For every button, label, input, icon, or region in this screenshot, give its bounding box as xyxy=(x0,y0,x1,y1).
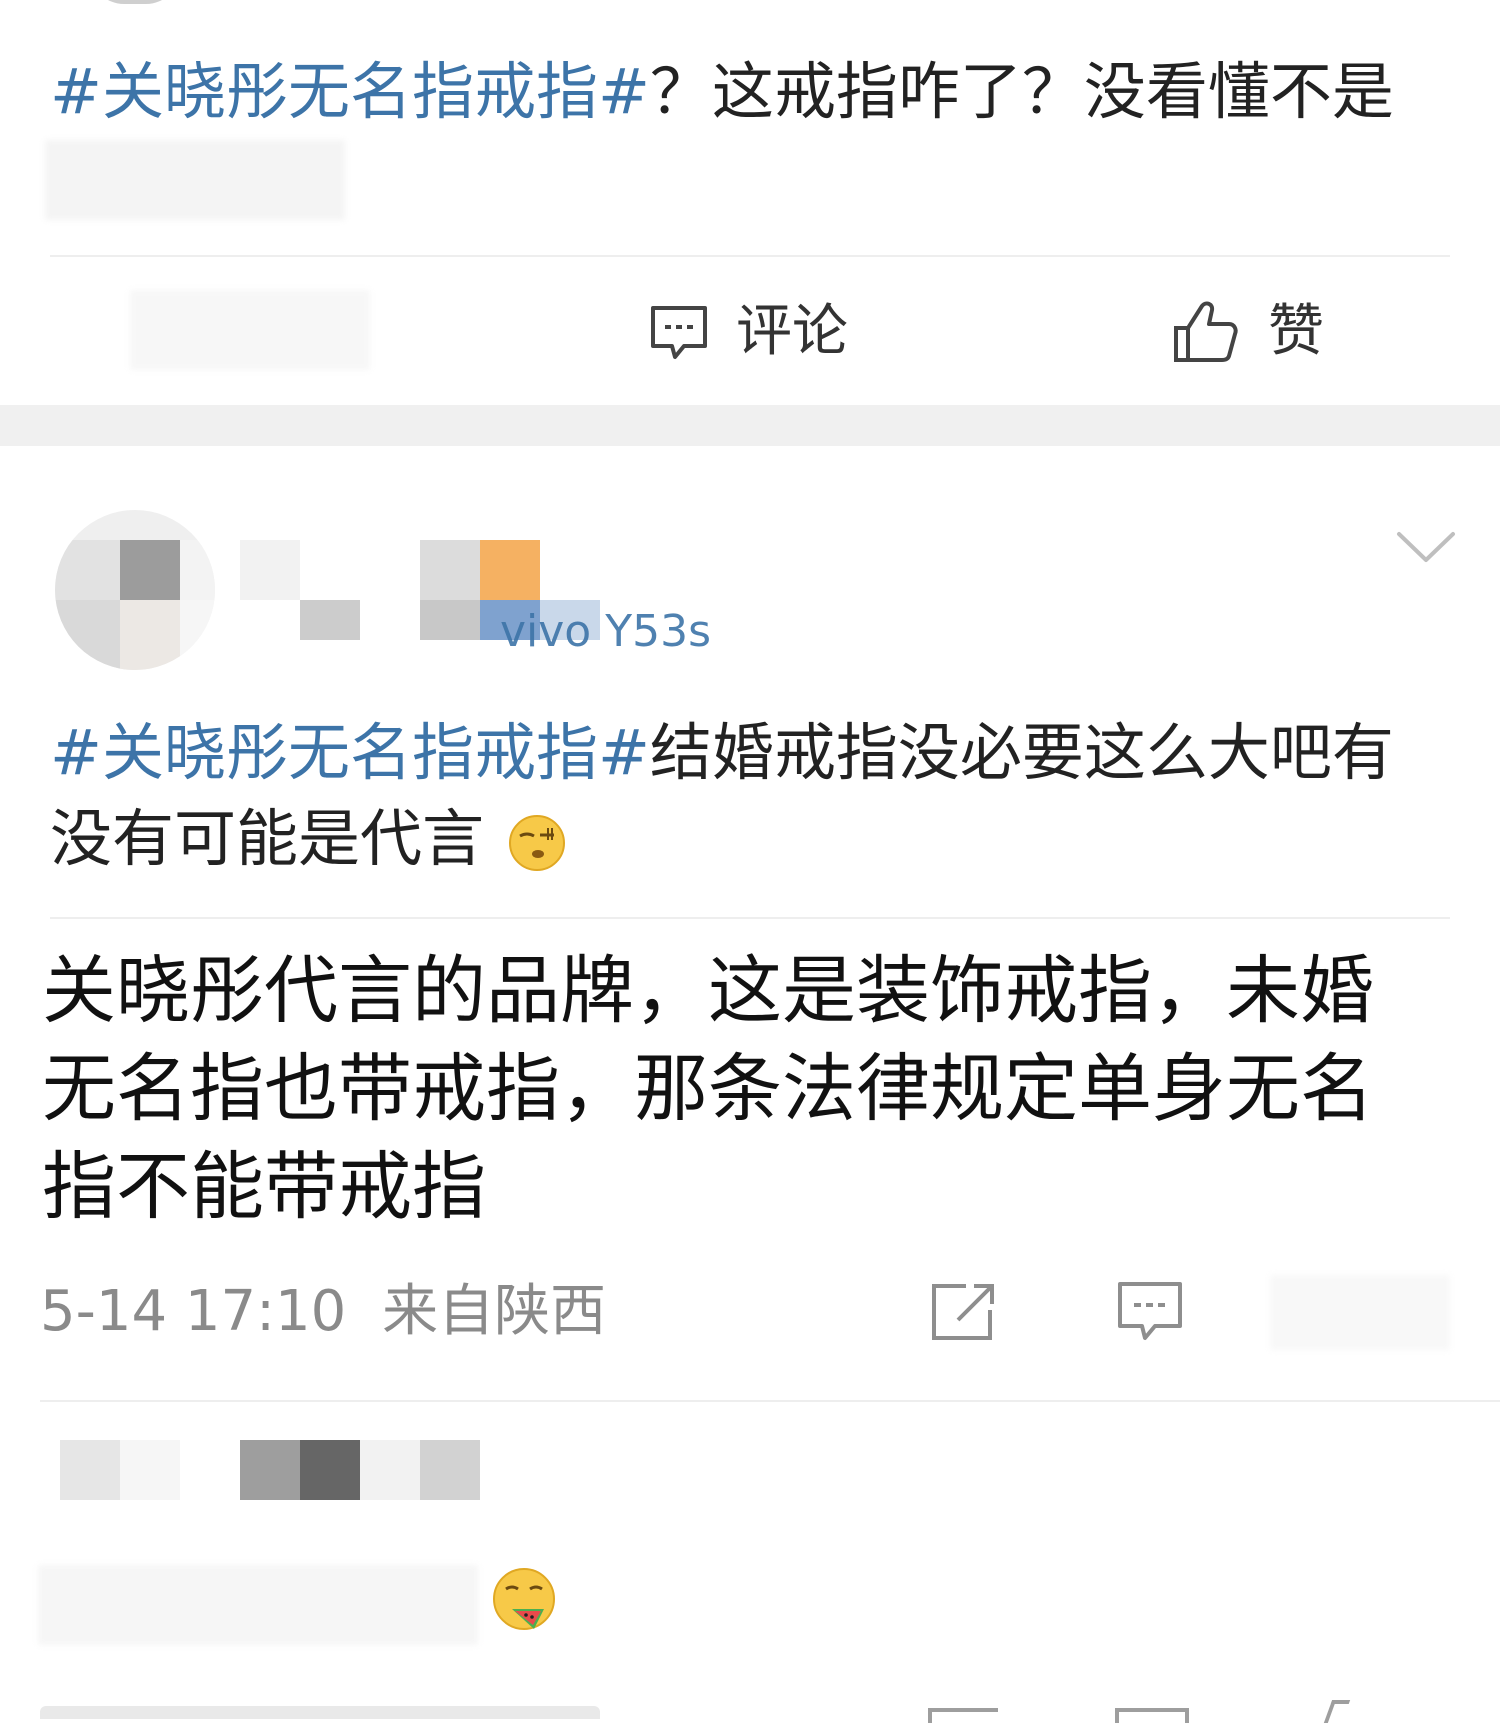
post-1-text: #关晓彤无名指戒指#？这戒指咋了？没看懂不是 xyxy=(50,50,1470,134)
post-text-line-2: 没有可能是代言 xyxy=(50,802,485,875)
thumb-up-icon xyxy=(1172,298,1240,366)
redacted-text xyxy=(45,140,345,220)
share-icon[interactable] xyxy=(928,1280,998,1344)
reply-text: 关晓彤代言的品牌，这是装饰戒指，未婚 无名指也带戒指，那条法律规定单身无名 指不… xyxy=(42,942,1482,1236)
comment-label: 评论 xyxy=(736,299,848,364)
next-comment-username-redacted[interactable] xyxy=(60,1440,490,1500)
divider xyxy=(50,255,1450,257)
avatar-partial xyxy=(90,0,180,4)
avatar[interactable] xyxy=(55,510,215,670)
comment-icon[interactable] xyxy=(1115,1278,1185,1346)
topic-link[interactable]: #关晓彤无名指戒指# xyxy=(50,716,650,789)
reply-line-1: 关晓彤代言的品牌，这是装饰戒指，未婚 xyxy=(42,948,1374,1034)
reply-meta: 5-14 17:10 来自陕西 xyxy=(40,1280,606,1344)
comment-icon-partial xyxy=(1115,1708,1189,1723)
post-text: ？这戒指咋了？没看懂不是 xyxy=(649,55,1394,128)
redacted-action xyxy=(130,290,370,370)
redacted-action xyxy=(1270,1275,1450,1350)
reply-line-3: 指不能带戒指 xyxy=(42,1144,486,1230)
location: 来自陕西 xyxy=(382,1279,607,1344)
share-icon-partial xyxy=(928,1708,998,1723)
like-label: 赞 xyxy=(1268,299,1324,364)
post-2-text: #关晓彤无名指戒指#结婚戒指没必要这么大吧有 没有可能是代言 xyxy=(50,710,1470,882)
thumb-up-icon-partial xyxy=(1323,1700,1351,1723)
smirk-emoji-icon xyxy=(508,814,566,872)
post-text-line-1: 结婚戒指没必要这么大吧有 xyxy=(649,716,1394,789)
post-source: vivo Y53s xyxy=(500,606,711,657)
like-button[interactable]: 赞 xyxy=(1172,294,1332,374)
topic-link[interactable]: #关晓彤无名指戒指# xyxy=(50,55,650,128)
section-separator xyxy=(0,405,1500,446)
next-comment-meta-partial xyxy=(40,1706,600,1719)
chevron-down-icon[interactable] xyxy=(1395,528,1457,568)
watermelon-emoji-icon xyxy=(488,1565,562,1639)
comment-button[interactable]: 评论 xyxy=(648,296,868,372)
divider xyxy=(40,1400,1500,1402)
reply-line-2: 无名指也带戒指，那条法律规定单身无名 xyxy=(42,1046,1374,1132)
redacted-text xyxy=(38,1565,478,1645)
timestamp: 5-14 17:10 xyxy=(40,1279,347,1344)
divider xyxy=(50,917,1450,919)
comment-icon xyxy=(648,302,710,364)
